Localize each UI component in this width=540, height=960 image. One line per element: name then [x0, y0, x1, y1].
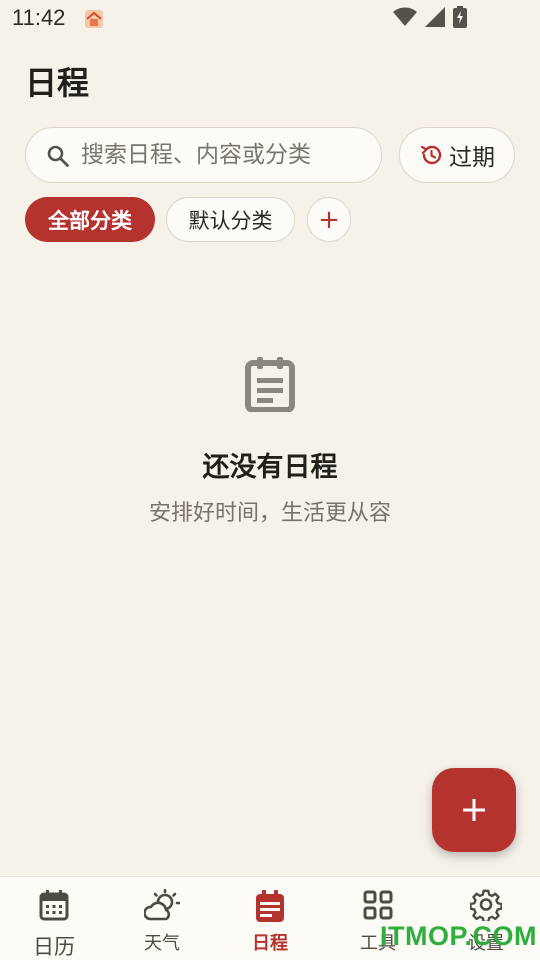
status-bar: 11:42: [0, 0, 540, 38]
nav-label-calendar: 日历: [33, 935, 75, 959]
nav-item-schedule[interactable]: 日程: [216, 877, 324, 960]
battery-charging-icon: [453, 6, 467, 28]
expired-button-label: 过期: [449, 145, 495, 171]
schedule-icon: [256, 890, 284, 922]
calendar-icon: [39, 890, 69, 921]
history-icon: [420, 145, 442, 165]
watermark: ITMOP.COM: [380, 921, 538, 951]
page-title: 日程: [25, 64, 90, 102]
category-chip-all[interactable]: 全部分类: [25, 197, 155, 242]
empty-state-subtitle: 安排好时间，生活更从容: [148, 501, 391, 526]
status-time: 11:42: [12, 5, 66, 30]
note-list-icon: [245, 357, 295, 412]
add-schedule-button[interactable]: [432, 768, 516, 852]
search-input[interactable]: [81, 140, 371, 170]
grid-icon: [363, 890, 393, 920]
plus-icon: [463, 799, 485, 821]
gear-icon: [470, 889, 502, 921]
cellular-signal-icon: [425, 7, 445, 27]
empty-state-title: 还没有日程: [202, 452, 338, 483]
nav-item-weather[interactable]: 天气: [108, 877, 216, 960]
nav-label-weather: 天气: [144, 933, 180, 954]
search-icon: [47, 145, 69, 167]
weather-icon: [144, 889, 180, 921]
wifi-icon: [393, 7, 417, 26]
search-box[interactable]: [25, 127, 382, 183]
add-category-button[interactable]: +: [307, 197, 351, 242]
calendar-app-notification-icon: [84, 9, 104, 29]
category-chip-default[interactable]: 默认分类: [166, 197, 295, 242]
nav-item-calendar[interactable]: 日历: [0, 877, 108, 960]
expired-button[interactable]: 过期: [399, 127, 515, 183]
nav-label-schedule: 日程: [252, 933, 288, 954]
